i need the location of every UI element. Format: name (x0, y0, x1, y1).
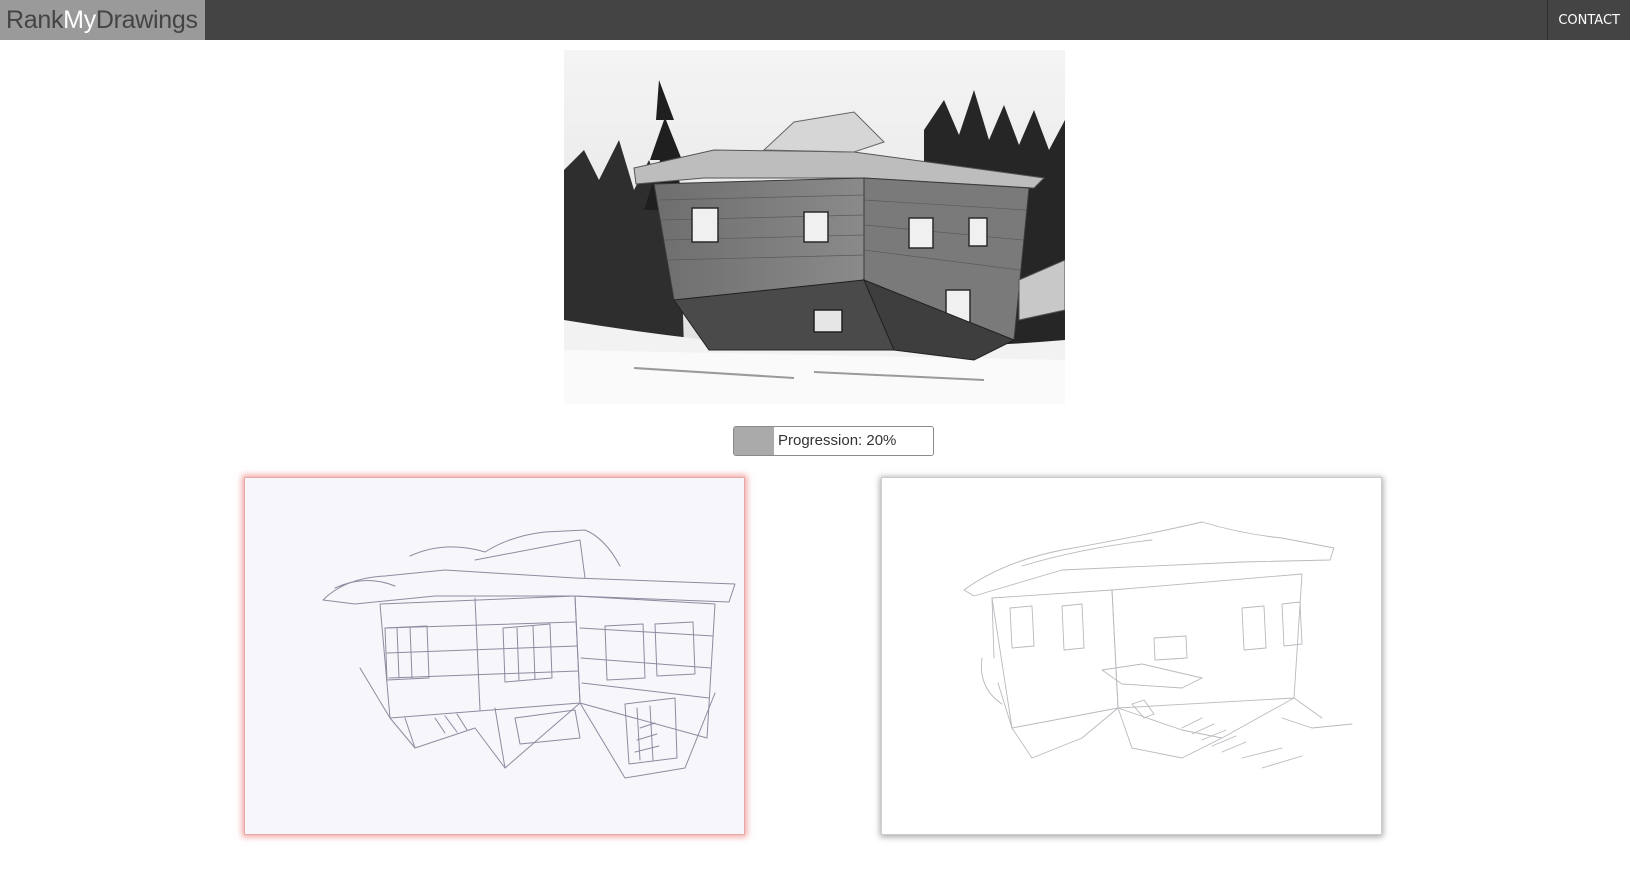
drawing-left-sketch (322, 529, 736, 779)
reference-photo (564, 50, 1065, 404)
drawing-right-sketch (963, 521, 1353, 769)
brand-logo[interactable]: Rank My Drawings (0, 0, 205, 40)
drawing-option-left[interactable] (244, 477, 745, 835)
brand-part-my: My (63, 5, 96, 34)
upside-down-house-photo (564, 50, 1065, 404)
top-navbar: Rank My Drawings CONTACT (0, 0, 1630, 40)
brand-part-rank: Rank (6, 5, 64, 34)
progression-label: Progression: 20% (778, 432, 897, 449)
brand-part-drawings: Drawings (95, 5, 198, 34)
contact-link[interactable]: CONTACT (1547, 0, 1630, 40)
progression-fill (734, 427, 774, 455)
drawing-option-right[interactable] (881, 477, 1382, 835)
progression-bar: Progression: 20% (733, 426, 934, 456)
